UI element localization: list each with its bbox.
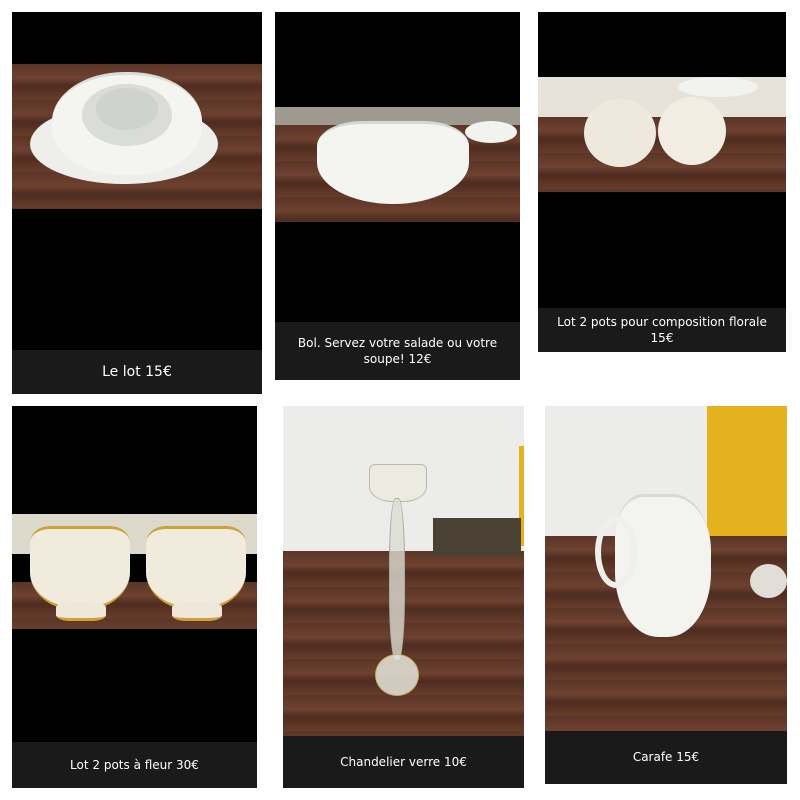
photo-caption-5: Chandelier verre 10€	[283, 736, 524, 788]
photo-tile-6[interactable]: Carafe 15€	[545, 406, 787, 784]
photo-caption-3: Lot 2 pots pour composition florale 15€	[538, 308, 786, 352]
photo-tile-2[interactable]: Bol. Servez votre salade ou votre soupe!…	[275, 12, 520, 380]
photo-white-carafe	[545, 406, 787, 731]
photo-tile-1[interactable]: Le lot 15€	[12, 12, 262, 394]
photo-caption-6: Carafe 15€	[545, 731, 787, 784]
photo-two-round-pots	[538, 77, 786, 192]
photo-tile-3[interactable]: Lot 2 pots pour composition florale 15€	[538, 12, 786, 352]
photo-caption-1: Le lot 15€	[12, 350, 262, 394]
photo-tile-5[interactable]: Chandelier verre 10€	[283, 406, 524, 788]
photo-caption-2: Bol. Servez votre salade ou votre soupe!…	[275, 322, 520, 380]
photo-two-gold-trim-flower-pots	[12, 514, 257, 629]
photo-tile-4[interactable]: Lot 2 pots à fleur 30€	[12, 406, 257, 788]
photo-caption-4: Lot 2 pots à fleur 30€	[12, 742, 257, 788]
photo-glass-candlestick	[283, 406, 524, 736]
photo-stacked-plates-and-bowls	[12, 64, 262, 209]
photo-white-salad-bowl	[275, 107, 520, 222]
